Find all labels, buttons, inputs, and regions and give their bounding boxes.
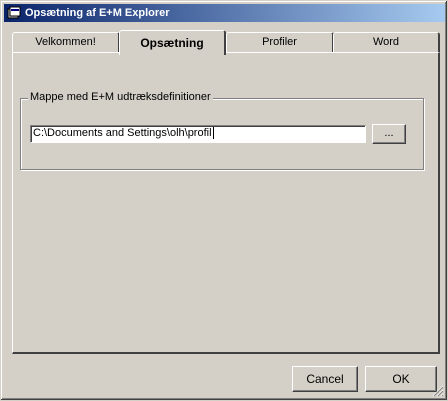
folder-groupbox: Mappe med E+M udtræksdefinitioner C:\Doc…	[20, 91, 424, 170]
window-title: Opsætning af E+M Explorer	[25, 7, 170, 19]
cancel-button[interactable]: Cancel	[292, 366, 358, 392]
tab-word[interactable]: Word	[333, 32, 440, 52]
tab-profiler[interactable]: Profiler	[226, 32, 334, 52]
groupbox-label: Mappe med E+M udtræksdefinitioner	[28, 91, 213, 103]
browse-button[interactable]: ...	[372, 124, 406, 144]
tab-label: Velkommen!	[35, 36, 96, 48]
tab-opsaetning[interactable]: Opsætning	[119, 30, 226, 55]
resize-grip-icon[interactable]	[432, 385, 444, 397]
text-caret	[212, 127, 214, 140]
folder-path-value: C:\Documents and Settings\olh\profil	[33, 127, 212, 139]
title-bar[interactable]: Opsætning af E+M Explorer	[4, 4, 445, 22]
tab-panel-opsaetning: Mappe med E+M udtræksdefinitioner C:\Doc…	[12, 52, 440, 354]
tab-label: Word	[372, 36, 400, 48]
setup-dialog: Opsætning af E+M Explorer Velkommen! Ops…	[0, 0, 448, 401]
tab-label: Opsætning	[140, 36, 204, 50]
tab-label: Profiler	[262, 36, 297, 48]
app-icon	[7, 6, 21, 19]
tab-velkommen[interactable]: Velkommen!	[12, 32, 120, 52]
folder-path-input[interactable]: C:\Documents and Settings\olh\profil	[30, 125, 366, 143]
ok-button[interactable]: OK	[365, 366, 437, 392]
